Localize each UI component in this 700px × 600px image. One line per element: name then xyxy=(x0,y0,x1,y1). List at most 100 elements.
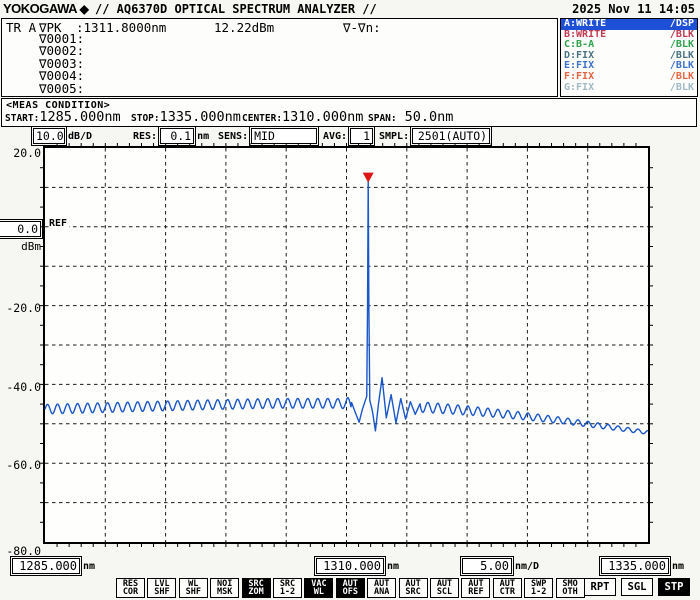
ref-level-label: REF xyxy=(49,218,69,229)
sens-label: SENS: xyxy=(218,131,248,142)
softkey-swp-1-2[interactable]: SWP1-2 xyxy=(524,578,553,598)
softkey-label: SHF xyxy=(180,588,207,596)
softkey-src-1-2[interactable]: SRC1-2 xyxy=(273,578,302,598)
softkey-label: CTR xyxy=(494,588,521,596)
runkey-rpt[interactable]: RPT xyxy=(584,578,616,596)
trace-mode: /DSP xyxy=(670,19,694,30)
softkey-label: ZOM xyxy=(243,588,270,596)
softkey-label: SHF xyxy=(148,588,175,596)
marker-readout-panel: TR A ∇PK :1311.8000nm 12.22dBm ∇-∇n: ∇00… xyxy=(1,18,558,97)
softkey-label: COR xyxy=(117,588,144,596)
softkey-label: MSK xyxy=(211,588,238,596)
trace-status-panel: A:WRITE/DSPB:WRITE/BLKC:B-A/BLKD:FIX/BLK… xyxy=(560,18,698,97)
runkey-sgl[interactable]: SGL xyxy=(621,578,653,596)
sensitivity-setting: SENS: MID xyxy=(218,128,317,144)
x-perdiv-value[interactable]: 5.00 xyxy=(462,558,512,574)
y-axis-unit: dBm xyxy=(21,240,41,253)
y-axis-labels: 20.00.0dBm-20.0-40.0-60.0-80.0 xyxy=(0,0,42,600)
trace-mode: /BLK xyxy=(670,83,694,94)
spectrum-graph: REF xyxy=(43,146,650,544)
osa-screen: YOKOGAWA ◆ // AQ6370D OPTICAL SPECTRUM A… xyxy=(0,0,700,600)
level-scale-unit: dB/D xyxy=(68,131,92,142)
softkey-aut-ctr[interactable]: AUTCTR xyxy=(493,578,522,598)
x-start-unit: nm xyxy=(83,561,95,572)
y-tick-label: -20.0 xyxy=(6,301,41,315)
softkey-label: SRC xyxy=(400,588,427,596)
x-perdiv-group: 5.00 nm/D xyxy=(462,558,539,574)
trace-name: G:FIX xyxy=(564,83,594,94)
softkey-src-zom[interactable]: SRCZOM xyxy=(242,578,271,598)
marker-row: ∇0005: xyxy=(39,83,84,95)
diamond-icon: ◆ xyxy=(80,2,89,16)
avg-label: AVG: xyxy=(323,131,347,142)
x-stop-unit: nm xyxy=(672,561,684,572)
y-tick-label: -60.0 xyxy=(6,458,41,472)
smpl-label: SMPL: xyxy=(379,131,409,142)
softkey-smo-oth[interactable]: SMOOTH xyxy=(556,578,585,598)
span-value: 50.0nm xyxy=(397,109,454,125)
sampling-setting: SMPL: 2501(AUTO) xyxy=(379,128,490,144)
res-unit: nm xyxy=(197,131,209,142)
trace-name: F:FIX xyxy=(564,72,594,83)
trace-row-f[interactable]: F:FIX/BLK xyxy=(561,72,697,83)
x-perdiv-unit: nm/D xyxy=(515,561,539,572)
softkey-label: 1-2 xyxy=(525,588,552,596)
softkey-label: WL xyxy=(305,588,332,596)
title-bar: YOKOGAWA ◆ // AQ6370D OPTICAL SPECTRUM A… xyxy=(0,0,700,17)
spectrum-plot xyxy=(45,148,648,542)
softkey-label: OFS xyxy=(337,588,364,596)
peak-wavelength: :1311.8000nm xyxy=(76,20,166,35)
x-center-unit: nm xyxy=(387,561,399,572)
meas-condition-panel: <MEAS CONDITION> START:1285.000nm STOP:1… xyxy=(1,98,697,127)
res-label: RES: xyxy=(133,131,157,142)
softkey-noi-msk[interactable]: NOIMSK xyxy=(210,578,239,598)
softkey-aut-ref[interactable]: AUTREF xyxy=(461,578,490,598)
smpl-value[interactable]: 2501(AUTO) xyxy=(412,128,490,144)
avg-value[interactable]: 1 xyxy=(350,128,373,144)
marker-list: ∇0001:∇0002:∇0003:∇0004:∇0005: xyxy=(39,33,84,95)
softkey-aut-ana[interactable]: AUTANA xyxy=(367,578,396,598)
softkey-label: 1-2 xyxy=(274,588,301,596)
softkey-wl-shf[interactable]: WLSHF xyxy=(179,578,208,598)
y-tick-label[interactable]: 0.0 xyxy=(0,221,41,237)
x-center-group: 1310.000 nm xyxy=(316,558,399,574)
x-axis-labels: 1285.000 nm 1310.000 nm 5.00 nm/D 1335.0… xyxy=(0,558,700,576)
softkey-aut-scl[interactable]: AUTSCL xyxy=(430,578,459,598)
center-label: CENTER: xyxy=(242,113,282,124)
trace-row-a[interactable]: A:WRITE/DSP xyxy=(561,19,697,30)
meas-stop: STOP:1335.000nm xyxy=(131,109,241,125)
x-stop-value[interactable]: 1335.000 xyxy=(601,558,669,574)
x-stop-group: 1335.000 nm xyxy=(601,558,684,574)
x-center-value[interactable]: 1310.000 xyxy=(316,558,384,574)
x-start-value[interactable]: 1285.000 xyxy=(12,558,80,574)
peak-marker-icon xyxy=(363,173,374,183)
x-start-group: 1285.000 nm xyxy=(12,558,95,574)
stop-value: 1335.000nm xyxy=(160,109,241,125)
softkey-aut-src[interactable]: AUTSRC xyxy=(399,578,428,598)
softkey-label: ANA xyxy=(368,588,395,596)
trace-name: A:WRITE xyxy=(564,19,606,30)
page-title: // AQ6370D OPTICAL SPECTRUM ANALYZER // xyxy=(95,2,377,16)
peak-readout-line: TR A ∇PK :1311.8000nm 12.22dBm ∇-∇n: xyxy=(2,20,557,33)
res-value[interactable]: 0.1 xyxy=(160,128,194,144)
trace-mode: /BLK xyxy=(670,72,694,83)
meas-center: CENTER:1310.000nm xyxy=(242,109,363,125)
softkey-lvl-shf[interactable]: LVLSHF xyxy=(147,578,176,598)
resolution-setting: RES: 0.1 nm xyxy=(133,128,209,144)
peak-level: 12.22dBm xyxy=(214,20,274,35)
delta-marker-label: ∇-∇n: xyxy=(343,20,381,35)
sens-value[interactable]: MID xyxy=(251,128,317,144)
softkey-res-cor[interactable]: RESCOR xyxy=(116,578,145,598)
softkey-vac-wl[interactable]: VACWL xyxy=(304,578,333,598)
averaging-setting: AVG: 1 xyxy=(323,128,373,144)
span-label: SPAN: xyxy=(368,113,397,124)
softkey-aut-ofs[interactable]: AUTOFS xyxy=(336,578,365,598)
meas-span: SPAN:50.0nm xyxy=(368,109,453,125)
y-tick-label: -80.0 xyxy=(6,544,41,558)
softkey-label: REF xyxy=(462,588,489,596)
runkey-stp[interactable]: STP xyxy=(658,578,690,596)
y-tick-label: -40.0 xyxy=(6,380,41,394)
softkey-row: RESCORLVLSHFWLSHFNOIMSKSRCZOMSRC1-2VACWL… xyxy=(0,578,700,599)
stop-label: STOP: xyxy=(131,113,160,124)
trace-row-g[interactable]: G:FIX/BLK xyxy=(561,83,697,94)
